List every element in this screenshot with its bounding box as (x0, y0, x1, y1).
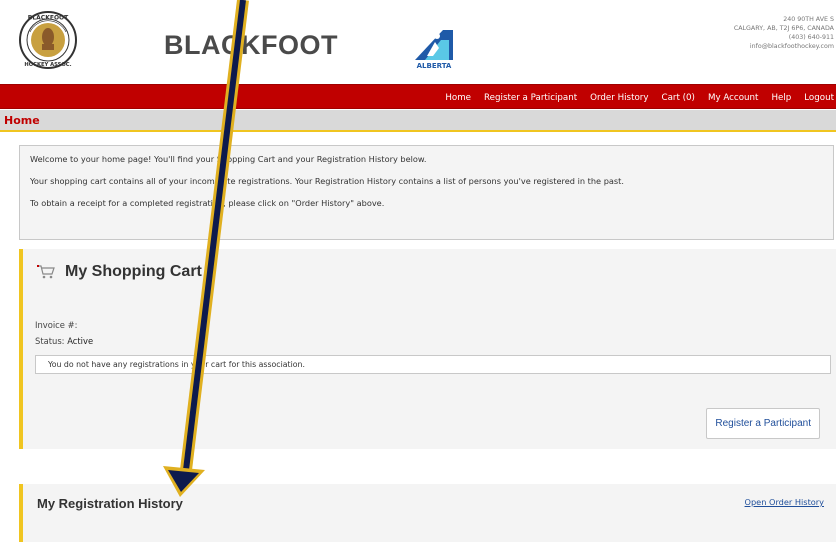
invoice-label: Invoice #: (35, 320, 78, 330)
nav-help[interactable]: Help (771, 93, 791, 103)
page-title: Home (4, 114, 40, 127)
brand-title: BLACKFOOT (164, 30, 338, 60)
breadcrumb: Home (0, 110, 836, 132)
shopping-cart-icon (37, 265, 55, 279)
cart-status: Status: Active (35, 336, 93, 346)
registration-history-section: My Registration History Open Order Histo… (19, 484, 836, 542)
welcome-line: Welcome to your home page! You'll find y… (30, 154, 427, 164)
nav-my-account[interactable]: My Account (708, 93, 758, 103)
status-label: Status: (35, 336, 65, 346)
empty-cart-message: You do not have any registrations in you… (35, 355, 831, 374)
status-value: Active (67, 336, 94, 346)
main-nav: Home Register a Participant Order Histor… (0, 84, 836, 109)
welcome-line: Your shopping cart contains all of your … (30, 176, 624, 186)
address-email[interactable]: info@blackfoothockey.com (734, 42, 834, 51)
nav-register-participant[interactable]: Register a Participant (484, 93, 577, 103)
nav-cart[interactable]: Cart (0) (662, 93, 695, 103)
header: BLACKFOOT HOCKEY ASSOC. BLACKFOOT ALBERT… (0, 0, 836, 84)
svg-text:BLACKFOOT: BLACKFOOT (28, 15, 69, 22)
address-line: CALGARY, AB, T2J 6P6, CANADA (733, 25, 834, 32)
hockey-alberta-logo-icon[interactable]: ALBERTA (405, 22, 463, 70)
blackfoot-logo-icon[interactable]: BLACKFOOT HOCKEY ASSOC. (18, 10, 78, 70)
alberta-label: ALBERTA (417, 62, 452, 70)
nav-logout[interactable]: Logout (804, 93, 834, 103)
welcome-panel: Welcome to your home page! You'll find y… (19, 145, 834, 240)
register-participant-button[interactable]: Register a Participant (706, 408, 820, 439)
address-line: 240 90TH AVE S (783, 16, 834, 23)
address-line: (403) 640-911 (788, 34, 834, 41)
svg-text:HOCKEY ASSOC.: HOCKEY ASSOC. (24, 62, 71, 68)
shopping-cart-section: My Shopping Cart Invoice #: Status: Acti… (19, 249, 836, 449)
welcome-line: To obtain a receipt for a completed regi… (30, 198, 385, 208)
history-title: My Registration History (37, 496, 183, 511)
cart-heading: My Shopping Cart (37, 263, 202, 281)
nav-order-history[interactable]: Order History (590, 93, 648, 103)
open-order-history-link[interactable]: Open Order History (745, 497, 824, 507)
cart-title: My Shopping Cart (65, 263, 202, 280)
association-address: 240 90TH AVE S CALGARY, AB, T2J 6P6, CAN… (734, 15, 834, 51)
nav-items: Home Register a Participant Order Histor… (432, 85, 834, 110)
nav-home[interactable]: Home (445, 93, 471, 103)
